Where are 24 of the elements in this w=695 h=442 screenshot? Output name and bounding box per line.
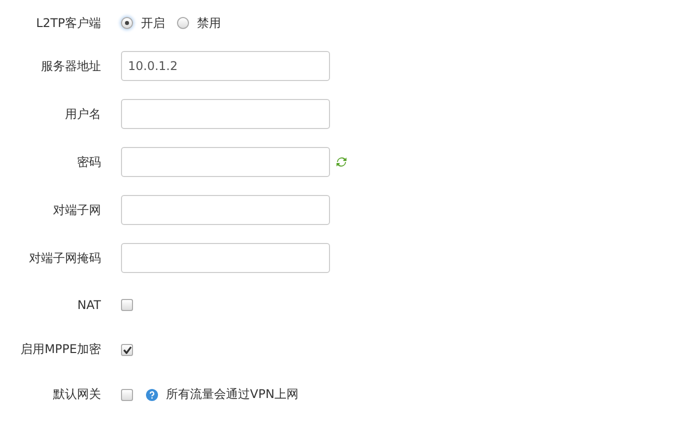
- refresh-icon[interactable]: [336, 156, 347, 168]
- field-label: NAT: [76, 298, 102, 312]
- checkbox[interactable]: [121, 298, 133, 310]
- field-label: 对端子网: [52, 202, 102, 218]
- checkbox[interactable]: [121, 388, 133, 400]
- help-icon[interactable]: [146, 388, 158, 400]
- input-field[interactable]: [121, 195, 330, 225]
- field-label: 对端子网掩码: [28, 250, 102, 266]
- field-label: 启用MPPE加密: [20, 341, 102, 358]
- checkbox[interactable]: [121, 344, 133, 356]
- input-field[interactable]: [121, 99, 330, 129]
- field-label: 服务器地址: [40, 58, 102, 74]
- input-field[interactable]: 10.0.1.2: [121, 51, 330, 81]
- field-label: 默认网关: [52, 386, 102, 403]
- field-label: 密码: [76, 154, 102, 170]
- field-label: 用户名: [64, 106, 102, 122]
- radio-button[interactable]: [177, 17, 189, 29]
- radio-label: 开启: [141, 14, 165, 32]
- input-field[interactable]: [121, 243, 330, 273]
- hint-text: 所有流量会通过VPN上网: [166, 386, 298, 403]
- input-field[interactable]: [121, 147, 330, 177]
- radio-label: 禁用: [197, 14, 221, 32]
- radio-button[interactable]: [121, 17, 133, 29]
- field-label: L2TP客户端: [35, 14, 102, 32]
